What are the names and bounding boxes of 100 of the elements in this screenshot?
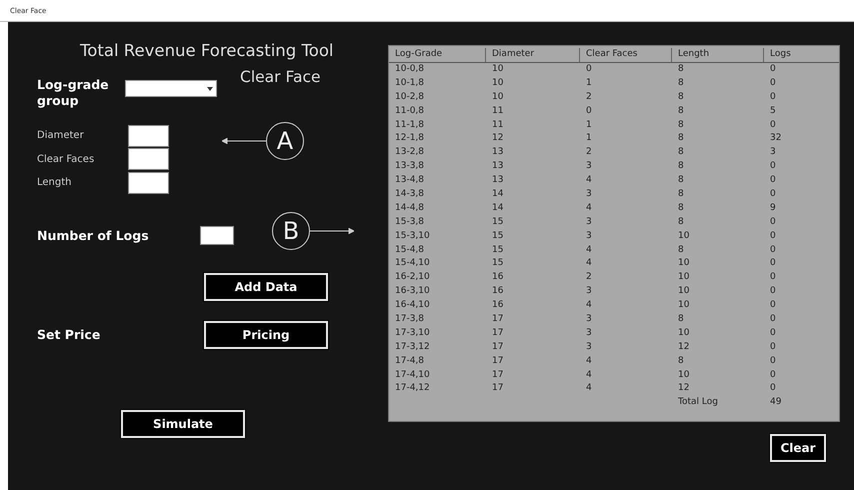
simulate-button[interactable]: Simulate	[121, 410, 245, 438]
column-header: Logs	[769, 48, 792, 61]
table-cell-text: 8	[677, 188, 685, 202]
log-grade-dropdown[interactable]	[125, 80, 217, 97]
table-cell-text: 17	[491, 313, 504, 326]
table-cell-text: 0	[769, 230, 777, 243]
table-cell-text: 13	[491, 146, 504, 160]
table-cell-text: 0	[769, 285, 777, 298]
table-cell-text: 2	[585, 271, 593, 284]
table-cell-text: 3	[585, 313, 593, 326]
table-cell-text: 0	[585, 63, 593, 76]
field-label: Number of Logs	[37, 228, 150, 242]
table-cell-text: 1	[585, 76, 593, 90]
field-label: Diameter	[37, 130, 85, 142]
table-cell-text: 15	[491, 257, 504, 270]
total-value: 49	[769, 396, 782, 410]
arrow-icon	[222, 138, 266, 144]
field-label: Clear Faces	[37, 154, 96, 165]
table-cell-text: 4	[585, 257, 593, 270]
table-cell-text: 0	[769, 90, 777, 104]
table-cell-text: 9	[769, 202, 777, 215]
table-cell-text: 0	[769, 216, 777, 229]
table-cell-text: 12	[491, 132, 504, 146]
field-label: Length	[37, 177, 72, 188]
caret-icon	[207, 86, 213, 90]
section-heading: Clear Face	[240, 68, 321, 86]
table-cell-text: 8	[677, 90, 685, 104]
table-cell-text: 17	[491, 382, 504, 396]
table-cell-text: 17-4,10	[394, 368, 431, 382]
table-cell-text: 15	[491, 216, 504, 229]
table-cell-text: 13	[491, 160, 504, 174]
field-label: Log-grade group	[37, 77, 110, 109]
column-header: Log-Grade	[389, 48, 486, 62]
table-cell-text: 14-3,8	[394, 188, 426, 202]
table-cell-text: 8	[677, 354, 685, 368]
table-cell-text: 15-4,10	[394, 257, 431, 270]
table-cell-text: 3	[769, 146, 777, 160]
table-cell-text: 12	[677, 340, 690, 354]
table-cell-text: 16-4,10	[394, 299, 431, 312]
table-cell-text: 0	[769, 174, 777, 188]
table-cell-text: 8	[677, 202, 685, 215]
table-cell-text: 17	[491, 326, 504, 340]
table-cell-text: 0	[769, 63, 777, 76]
table-cell-text: 8	[677, 216, 685, 229]
table-cell-text: 15-4,8	[394, 244, 426, 257]
table-cell-text: 15	[491, 230, 504, 243]
table-cell-text: 10	[491, 63, 504, 76]
input-field[interactable]	[200, 226, 234, 244]
table-cell-text: 0	[769, 160, 777, 174]
table-cell-text: 17-3,8	[394, 313, 426, 326]
field-label: Set Price	[37, 327, 102, 342]
arrow-icon	[310, 228, 354, 234]
table-cell-text: 17	[491, 354, 504, 368]
table-cell-text: 14	[491, 188, 504, 202]
add-data-button[interactable]: Add Data	[204, 272, 328, 300]
clear-button[interactable]: Clear	[770, 434, 826, 462]
table-cell-text: 13-2,8	[394, 146, 426, 160]
table-cell-text: 16	[491, 299, 504, 312]
table-cell-text: 16-2,10	[394, 271, 431, 284]
table-cell-text: 17-4,12	[394, 382, 431, 396]
input-field[interactable]	[128, 148, 169, 170]
table-cell-text: 0	[769, 76, 777, 90]
table-cell-text: 17-4,8	[394, 354, 426, 368]
table-cell-text: 10-1,8	[394, 76, 426, 90]
table-cell-text: 10	[677, 326, 690, 340]
table-cell-text: 17-3,10	[394, 326, 431, 340]
table-cell-text: 16	[491, 271, 504, 284]
table-cell-text: 0	[769, 271, 777, 284]
table-cell-text: 3	[585, 340, 593, 354]
table-cell-text: 1	[585, 118, 593, 132]
table-cell-text: 3	[585, 285, 593, 298]
input-field[interactable]	[128, 124, 169, 147]
table-cell-text: 15-3,10	[394, 230, 431, 243]
table-cell-text: 10-2,8	[394, 90, 426, 104]
table-cell-text: 10	[677, 257, 690, 270]
column-header: Length	[672, 48, 764, 62]
table-cell-text: 8	[677, 146, 685, 160]
table-cell-text: 8	[677, 244, 685, 257]
table-cell-text: 17-3,12	[394, 340, 431, 354]
table-cell-text: 15-3,8	[394, 216, 426, 229]
table-cell-text: 0	[769, 118, 777, 132]
table-cell-text: 8	[677, 160, 685, 174]
table-cell-text: 13-4,8	[394, 174, 426, 188]
table-cell-text: 8	[677, 63, 685, 76]
table-cell-text: 0	[769, 188, 777, 202]
table-cell-text: 0	[769, 299, 777, 312]
table-cell-text: 0	[769, 326, 777, 340]
table-cell-text: 11-1,8	[394, 118, 426, 132]
table-cell-text: 3	[585, 230, 593, 243]
table-cell-text: 10	[491, 76, 504, 90]
table-cell-text: 2	[585, 90, 593, 104]
table-cell-text: 32	[769, 132, 782, 146]
input-field[interactable]	[128, 172, 169, 194]
table-cell-text: 4	[585, 244, 593, 257]
table-cell-text: 8	[677, 313, 685, 326]
table-cell-text: 3	[585, 216, 593, 229]
table-cell-text: 8	[677, 104, 685, 118]
pricing-button[interactable]: Pricing	[204, 320, 328, 348]
table-cell-text: 8	[677, 76, 685, 90]
total-label: Total Log	[677, 396, 719, 410]
